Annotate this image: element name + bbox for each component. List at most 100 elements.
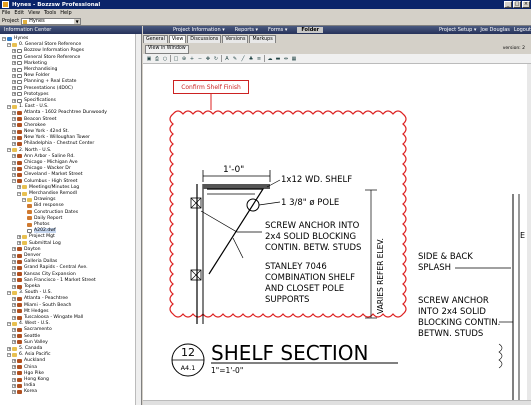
expand-icon[interactable]: + xyxy=(12,358,16,363)
markup-callout[interactable]: Confirm Shelf Finish xyxy=(173,80,249,94)
expand-icon[interactable]: + xyxy=(12,117,16,122)
menu-tools[interactable]: Tools xyxy=(44,10,56,16)
expand-icon[interactable]: + xyxy=(7,346,11,351)
collapse-icon[interactable]: − xyxy=(12,179,16,184)
nav-reports[interactable]: Reports ▾ xyxy=(235,27,258,33)
nav-user-name[interactable]: Joe Douglas xyxy=(480,27,510,33)
expand-icon[interactable]: + xyxy=(17,234,21,239)
chevron-down-icon[interactable]: ▼ xyxy=(74,18,81,24)
expand-icon[interactable]: + xyxy=(12,55,16,60)
stamp-icon[interactable]: ♣ xyxy=(248,56,254,62)
close-button[interactable]: × xyxy=(522,1,530,8)
expand-icon[interactable]: + xyxy=(12,247,16,252)
expand-icon[interactable]: + xyxy=(12,296,16,301)
menu-file[interactable]: File xyxy=(2,10,10,16)
nav-forms[interactable]: Forms ▾ xyxy=(268,27,287,33)
expand-icon[interactable]: + xyxy=(12,383,16,388)
tab-general[interactable]: General xyxy=(143,35,168,43)
select-icon[interactable]: ○ xyxy=(162,56,168,62)
collapse-icon[interactable]: − xyxy=(17,191,21,196)
expand-icon[interactable]: + xyxy=(12,135,16,140)
tree-scrollbar[interactable] xyxy=(135,34,141,405)
expand-icon[interactable]: + xyxy=(12,278,16,283)
expand-icon[interactable]: + xyxy=(12,272,16,277)
zoom-out-icon[interactable]: − xyxy=(197,56,203,62)
expand-icon[interactable]: + xyxy=(12,327,16,332)
menu-view[interactable]: View xyxy=(28,10,40,16)
collapse-icon[interactable]: − xyxy=(7,42,11,47)
expand-icon[interactable]: + xyxy=(12,73,16,78)
expand-icon[interactable]: + xyxy=(17,185,21,190)
collapse-icon[interactable]: − xyxy=(22,197,26,202)
expand-icon[interactable]: + xyxy=(12,86,16,91)
tab-markups[interactable]: Markups xyxy=(249,35,276,43)
expand-icon[interactable]: + xyxy=(12,284,16,289)
expand-icon[interactable]: + xyxy=(12,371,16,376)
viewer-vertical-scrollbar[interactable] xyxy=(527,64,531,400)
expand-icon[interactable]: + xyxy=(12,98,16,103)
view-in-window-button[interactable]: View in Window xyxy=(145,45,189,54)
collapse-icon[interactable]: − xyxy=(7,148,11,153)
expand-icon[interactable]: + xyxy=(12,166,16,171)
expand-icon[interactable]: + xyxy=(12,123,16,128)
calculator-icon[interactable]: ▦ xyxy=(291,56,297,62)
expand-icon[interactable]: + xyxy=(12,110,16,115)
save-icon[interactable]: ▣ xyxy=(146,56,152,62)
menu-edit[interactable]: Edit xyxy=(14,10,24,16)
measure-icon[interactable]: ⇹ xyxy=(283,56,289,62)
fit-icon[interactable]: □ xyxy=(173,56,179,62)
expand-icon[interactable]: + xyxy=(12,160,16,165)
text-markup-icon[interactable]: A xyxy=(224,56,230,62)
expand-icon[interactable]: + xyxy=(12,259,16,264)
rotate-icon[interactable]: ↻ xyxy=(213,56,219,62)
project-select[interactable]: Hynes ▼ xyxy=(21,17,82,25)
expand-icon[interactable]: + xyxy=(12,340,16,345)
zoom-region-icon[interactable]: ⊕ xyxy=(181,56,187,62)
tab-discussions[interactable]: Discussions xyxy=(187,35,222,43)
expand-icon[interactable]: + xyxy=(17,241,21,246)
expand-icon[interactable]: + xyxy=(12,365,16,370)
expand-icon[interactable]: + xyxy=(12,303,16,308)
expand-icon[interactable]: + xyxy=(12,334,16,339)
expand-icon[interactable]: + xyxy=(12,315,16,320)
expand-icon[interactable]: + xyxy=(12,67,16,72)
expand-icon[interactable]: + xyxy=(12,79,16,84)
highlight-icon[interactable]: ▬ xyxy=(275,56,281,62)
layers-icon[interactable]: ≡ xyxy=(256,56,262,62)
expand-icon[interactable]: + xyxy=(12,172,16,177)
nav-project-information[interactable]: Project Information ▾ xyxy=(173,27,225,33)
print-icon[interactable]: ⎙ xyxy=(154,56,160,62)
minimize-button[interactable]: _ xyxy=(504,1,512,8)
nav-project-setup[interactable]: Project Setup ▾ xyxy=(439,27,476,33)
collapse-icon[interactable]: − xyxy=(2,36,6,41)
collapse-icon[interactable]: − xyxy=(7,352,11,357)
maximize-button[interactable]: □ xyxy=(513,1,521,8)
tab-view[interactable]: View xyxy=(168,35,187,43)
expand-icon[interactable]: + xyxy=(12,389,16,394)
expand-icon[interactable]: + xyxy=(12,154,16,159)
nav-folder[interactable]: Folder xyxy=(297,27,324,33)
expand-icon[interactable]: + xyxy=(12,265,16,270)
expand-icon[interactable]: + xyxy=(12,129,16,134)
tab-versions[interactable]: Versions xyxy=(222,35,249,43)
cloud-markup-icon[interactable]: ☁ xyxy=(267,56,273,62)
nav-logout[interactable]: Logout xyxy=(514,27,531,33)
line-markup-icon[interactable]: ╱ xyxy=(240,56,246,62)
expand-icon[interactable]: + xyxy=(12,253,16,258)
collapse-icon[interactable]: − xyxy=(7,321,11,326)
expand-icon[interactable]: + xyxy=(12,141,16,146)
drawing-viewer[interactable]: 1'-0" 1x12 WD. SHELF 1 3/8" ø POLE SCREW… xyxy=(143,64,527,400)
expand-icon[interactable]: + xyxy=(12,48,16,53)
collapse-icon[interactable]: − xyxy=(7,290,11,295)
expand-icon[interactable]: + xyxy=(12,61,16,66)
expand-icon[interactable]: + xyxy=(12,92,16,97)
tree-item[interactable]: + Korea xyxy=(12,388,37,395)
pan-icon[interactable]: ✥ xyxy=(205,56,211,62)
zoom-in-icon[interactable]: + xyxy=(189,56,195,62)
collapse-icon[interactable]: − xyxy=(7,104,11,109)
pen-markup-icon[interactable]: ✎ xyxy=(232,56,238,62)
viewer-horizontal-scrollbar[interactable] xyxy=(143,400,531,405)
menu-help[interactable]: Help xyxy=(60,10,71,16)
expand-icon[interactable]: + xyxy=(12,377,16,382)
expand-icon[interactable]: + xyxy=(12,309,16,314)
